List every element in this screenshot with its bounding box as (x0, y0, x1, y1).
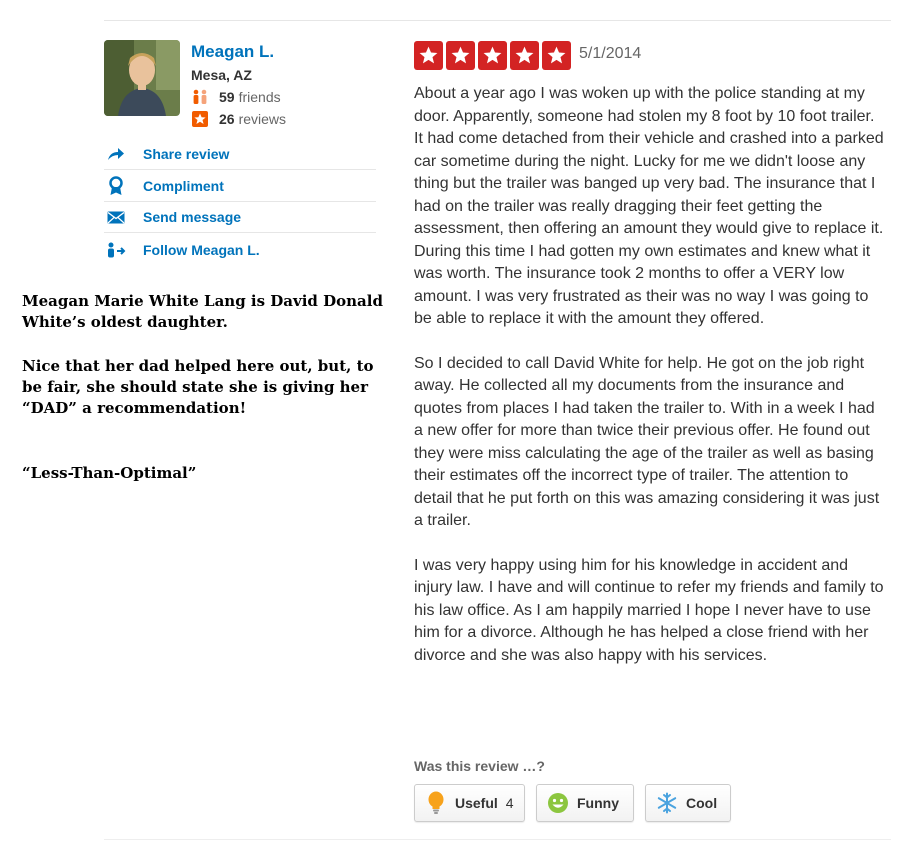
star-icon (446, 41, 475, 70)
reviews-label: reviews (238, 111, 287, 127)
reviews-count: 26 (219, 111, 235, 127)
share-arrow-icon (104, 144, 128, 164)
star-rating (414, 41, 571, 70)
top-divider (104, 20, 891, 21)
friends-label: friends (238, 89, 281, 105)
reviews-stat: 26 reviews (191, 110, 286, 128)
annotation-paragraph-2: Nice that her dad helped here out, but, … (22, 357, 374, 417)
useful-button[interactable]: Useful 4 (414, 784, 525, 822)
lightbulb-icon (425, 791, 447, 815)
review-paragraph: So I decided to call David White for hel… (414, 354, 880, 530)
compliment-link[interactable]: Compliment (104, 171, 376, 202)
follow-user-label: Follow Meagan L. (143, 241, 260, 258)
review-paragraph: I was very happy using him for his knowl… (414, 556, 884, 664)
star-icon (414, 41, 443, 70)
cool-button[interactable]: Cool (645, 784, 731, 822)
annotation-paragraph-3: “Less-Than-Optimal” (22, 464, 197, 482)
annotation-paragraph-1: Meagan Marie White Lang is David Donald … (22, 292, 383, 331)
smiley-icon (547, 791, 569, 815)
follow-user-icon (104, 240, 128, 260)
star-icon (510, 41, 539, 70)
friends-icon (191, 88, 209, 106)
share-review-label: Share review (143, 146, 230, 162)
ribbon-icon (104, 176, 128, 196)
envelope-icon (104, 207, 128, 227)
bottom-divider (104, 839, 891, 840)
user-location: Mesa, AZ (191, 67, 252, 83)
review-text: About a year ago I was woken up with the… (414, 83, 884, 689)
send-message-link[interactable]: Send message (104, 202, 376, 233)
share-review-link[interactable]: Share review (104, 139, 376, 170)
useful-count: 4 (505, 795, 514, 811)
user-name[interactable]: Meagan L. (191, 42, 274, 62)
useful-label: Useful (455, 795, 498, 811)
funny-button[interactable]: Funny (536, 784, 634, 822)
feedback-prompt: Was this review …? (414, 758, 545, 774)
review-paragraph: About a year ago I was woken up with the… (414, 85, 884, 327)
compliment-label: Compliment (143, 178, 224, 194)
friends-count: 59 (219, 89, 235, 105)
star-icon (542, 41, 571, 70)
follow-user-link[interactable]: Follow Meagan L. (104, 234, 376, 265)
review-date: 5/1/2014 (579, 45, 642, 62)
review-star-icon (191, 110, 209, 128)
send-message-label: Send message (143, 209, 242, 225)
cool-label: Cool (686, 795, 718, 811)
star-icon (478, 41, 507, 70)
avatar[interactable] (104, 40, 180, 116)
snowflake-icon (656, 791, 678, 815)
friends-stat: 59 friends (191, 88, 281, 106)
funny-label: Funny (577, 795, 619, 811)
